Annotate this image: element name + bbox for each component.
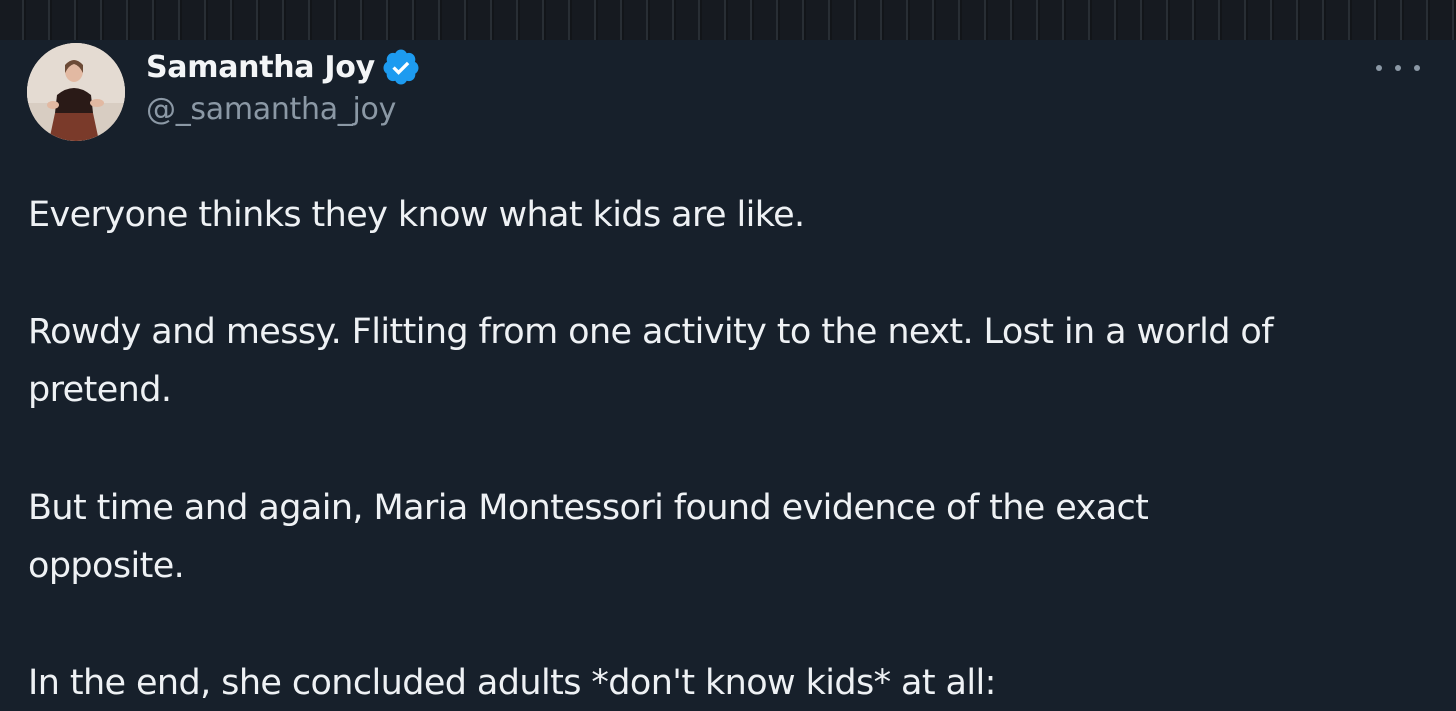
tweet-paragraph-1: Everyone thinks they know what kids are … xyxy=(28,186,805,244)
tweet-card: Samantha Joy @_samantha_joy Everyone thi… xyxy=(0,40,1456,711)
tweet-line: But time and again, Maria Montessori fou… xyxy=(28,488,1149,528)
author-handle[interactable]: @_samantha_joy xyxy=(146,92,396,127)
tweet-line: Everyone thinks they know what kids are … xyxy=(28,195,805,235)
tweet-paragraph-4: In the end, she concluded adults *don't … xyxy=(28,654,996,711)
top-film-strip xyxy=(0,0,1456,40)
author-name-row: Samantha Joy xyxy=(146,46,421,88)
tweet-line: Rowdy and messy. Flitting from one activ… xyxy=(28,312,1274,352)
tweet-paragraph-3: But time and again, Maria Montessori fou… xyxy=(28,479,1149,595)
more-dot xyxy=(1414,65,1420,71)
tweet-line: pretend. xyxy=(28,370,172,410)
verified-badge-icon xyxy=(381,47,421,87)
avatar[interactable] xyxy=(27,43,125,141)
more-options-icon[interactable] xyxy=(1376,58,1420,78)
tweet-line: opposite. xyxy=(28,546,185,586)
film-strip-notches xyxy=(0,0,1456,40)
tweet-paragraph-2: Rowdy and messy. Flitting from one activ… xyxy=(28,303,1274,419)
profile-photo-avatar xyxy=(27,43,125,141)
more-dot xyxy=(1376,65,1382,71)
author-display-name[interactable]: Samantha Joy xyxy=(146,50,375,85)
more-dot xyxy=(1395,65,1401,71)
tweet-line: In the end, she concluded adults *don't … xyxy=(28,663,996,703)
